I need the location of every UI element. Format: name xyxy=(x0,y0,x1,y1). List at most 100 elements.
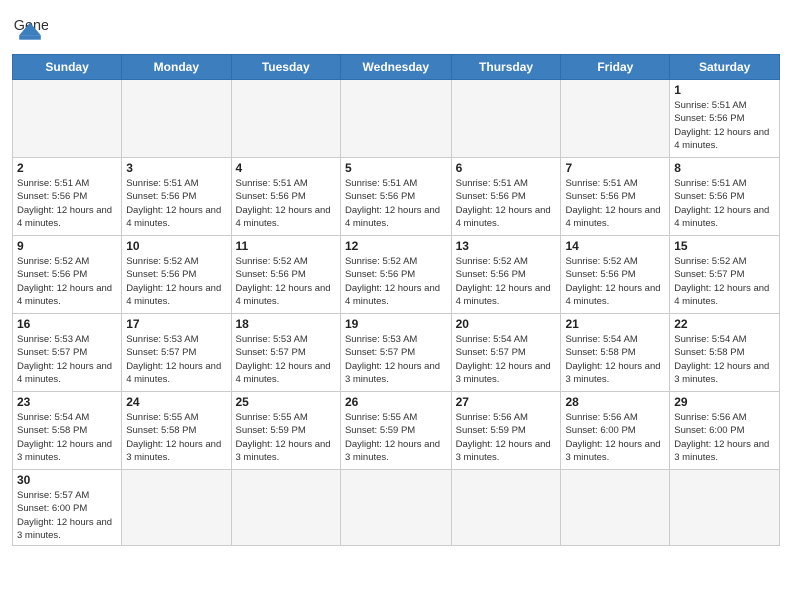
day-info: Sunrise: 5:52 AM Sunset: 5:56 PM Dayligh… xyxy=(126,255,226,308)
calendar-cell: 4Sunrise: 5:51 AM Sunset: 5:56 PM Daylig… xyxy=(231,158,340,236)
day-info: Sunrise: 5:54 AM Sunset: 5:58 PM Dayligh… xyxy=(565,333,665,386)
calendar-cell xyxy=(451,470,561,546)
day-number: 28 xyxy=(565,395,665,409)
day-header-saturday: Saturday xyxy=(670,55,780,80)
day-number: 24 xyxy=(126,395,226,409)
day-number: 2 xyxy=(17,161,117,175)
day-info: Sunrise: 5:55 AM Sunset: 5:59 PM Dayligh… xyxy=(236,411,336,464)
calendar-cell xyxy=(231,80,340,158)
calendar-cell: 18 Sunrise: 5:53 AM Sunset: 5:57 PM Dayli… xyxy=(231,314,340,392)
calendar-cell xyxy=(13,80,122,158)
calendar-cell: 19 Sunrise: 5:53 AM Sunset: 5:57 PM Dayli… xyxy=(340,314,451,392)
calendar-cell: 13 Sunrise: 5:52 AM Sunset: 5:56 PM Dayli… xyxy=(451,236,561,314)
day-info: Sunrise: 5:51 AM Sunset: 5:56 PM Dayligh… xyxy=(456,177,557,230)
calendar-cell: 24 Sunrise: 5:55 AM Sunset: 5:58 PM Dayli… xyxy=(122,392,231,470)
day-info: Sunrise: 5:52 AM Sunset: 5:57 PM Dayligh… xyxy=(674,255,775,308)
day-info: Sunrise: 5:52 AM Sunset: 5:56 PM Dayligh… xyxy=(236,255,336,308)
day-number: 20 xyxy=(456,317,557,331)
day-info: Sunrise: 5:52 AM Sunset: 5:56 PM Dayligh… xyxy=(565,255,665,308)
calendar-cell xyxy=(561,470,670,546)
day-number: 4 xyxy=(236,161,336,175)
day-number: 13 xyxy=(456,239,557,253)
day-number: 27 xyxy=(456,395,557,409)
logo-icon: General xyxy=(12,10,48,46)
calendar-week-2: 2 Sunrise: 5:51 AM Sunset: 5:56 PM Daylig… xyxy=(13,158,780,236)
day-number: 11 xyxy=(236,239,336,253)
day-header-monday: Monday xyxy=(122,55,231,80)
day-info: Sunrise: 5:57 AM Sunset: 6:00 PM Dayligh… xyxy=(17,489,117,542)
calendar-header-row: SundayMondayTuesdayWednesdayThursdayFrid… xyxy=(13,55,780,80)
calendar-week-1: 1 Sunrise: 5:51 AM Sunset: 5:56 PM Daylig… xyxy=(13,80,780,158)
calendar-cell: 12 Sunrise: 5:52 AM Sunset: 5:56 PM Dayli… xyxy=(340,236,451,314)
day-info: Sunrise: 5:53 AM Sunset: 5:57 PM Dayligh… xyxy=(126,333,226,386)
day-number: 23 xyxy=(17,395,117,409)
calendar-cell: 6Sunrise: 5:51 AM Sunset: 5:56 PM Daylig… xyxy=(451,158,561,236)
day-header-tuesday: Tuesday xyxy=(231,55,340,80)
calendar-cell: 28 Sunrise: 5:56 AM Sunset: 6:00 PM Dayli… xyxy=(561,392,670,470)
day-number: 14 xyxy=(565,239,665,253)
day-info: Sunrise: 5:53 AM Sunset: 5:57 PM Dayligh… xyxy=(17,333,117,386)
day-number: 5 xyxy=(345,161,447,175)
day-info: Sunrise: 5:54 AM Sunset: 5:57 PM Dayligh… xyxy=(456,333,557,386)
calendar-cell: 26 Sunrise: 5:55 AM Sunset: 5:59 PM Dayli… xyxy=(340,392,451,470)
day-info: Sunrise: 5:56 AM Sunset: 6:00 PM Dayligh… xyxy=(565,411,665,464)
calendar-cell: 17Sunrise: 5:53 AM Sunset: 5:57 PM Dayli… xyxy=(122,314,231,392)
day-number: 22 xyxy=(674,317,775,331)
day-info: Sunrise: 5:51 AM Sunset: 5:56 PM Dayligh… xyxy=(126,177,226,230)
calendar-cell: 10Sunrise: 5:52 AM Sunset: 5:56 PM Dayli… xyxy=(122,236,231,314)
day-number: 30 xyxy=(17,473,117,487)
day-number: 18 xyxy=(236,317,336,331)
day-number: 9 xyxy=(17,239,117,253)
day-info: Sunrise: 5:56 AM Sunset: 5:59 PM Dayligh… xyxy=(456,411,557,464)
day-number: 19 xyxy=(345,317,447,331)
day-number: 1 xyxy=(674,83,775,97)
day-info: Sunrise: 5:51 AM Sunset: 5:56 PM Dayligh… xyxy=(674,99,775,152)
calendar-cell: 16 Sunrise: 5:53 AM Sunset: 5:57 PM Dayli… xyxy=(13,314,122,392)
day-info: Sunrise: 5:53 AM Sunset: 5:57 PM Dayligh… xyxy=(236,333,336,386)
calendar-cell: 27 Sunrise: 5:56 AM Sunset: 5:59 PM Dayli… xyxy=(451,392,561,470)
calendar-cell: 1 Sunrise: 5:51 AM Sunset: 5:56 PM Daylig… xyxy=(670,80,780,158)
calendar-cell xyxy=(122,470,231,546)
day-number: 25 xyxy=(236,395,336,409)
day-number: 21 xyxy=(565,317,665,331)
day-info: Sunrise: 5:56 AM Sunset: 6:00 PM Dayligh… xyxy=(674,411,775,464)
calendar: SundayMondayTuesdayWednesdayThursdayFrid… xyxy=(12,54,780,546)
calendar-cell: 3Sunrise: 5:51 AM Sunset: 5:56 PM Daylig… xyxy=(122,158,231,236)
calendar-cell: 2 Sunrise: 5:51 AM Sunset: 5:56 PM Daylig… xyxy=(13,158,122,236)
day-info: Sunrise: 5:52 AM Sunset: 5:56 PM Dayligh… xyxy=(456,255,557,308)
calendar-cell: 9 Sunrise: 5:52 AM Sunset: 5:56 PM Daylig… xyxy=(13,236,122,314)
day-number: 16 xyxy=(17,317,117,331)
logo: General xyxy=(12,10,52,46)
calendar-cell: 14 Sunrise: 5:52 AM Sunset: 5:56 PM Dayli… xyxy=(561,236,670,314)
calendar-cell: 23Sunrise: 5:54 AM Sunset: 5:58 PM Dayli… xyxy=(13,392,122,470)
calendar-cell xyxy=(340,80,451,158)
calendar-cell xyxy=(670,470,780,546)
day-info: Sunrise: 5:51 AM Sunset: 5:56 PM Dayligh… xyxy=(17,177,117,230)
calendar-cell: 29Sunrise: 5:56 AM Sunset: 6:00 PM Dayli… xyxy=(670,392,780,470)
day-header-wednesday: Wednesday xyxy=(340,55,451,80)
day-number: 8 xyxy=(674,161,775,175)
day-info: Sunrise: 5:55 AM Sunset: 5:58 PM Dayligh… xyxy=(126,411,226,464)
calendar-week-3: 9 Sunrise: 5:52 AM Sunset: 5:56 PM Daylig… xyxy=(13,236,780,314)
day-info: Sunrise: 5:53 AM Sunset: 5:57 PM Dayligh… xyxy=(345,333,447,386)
calendar-cell xyxy=(122,80,231,158)
calendar-cell: 15 Sunrise: 5:52 AM Sunset: 5:57 PM Dayli… xyxy=(670,236,780,314)
day-info: Sunrise: 5:52 AM Sunset: 5:56 PM Dayligh… xyxy=(17,255,117,308)
calendar-week-4: 16 Sunrise: 5:53 AM Sunset: 5:57 PM Dayli… xyxy=(13,314,780,392)
day-info: Sunrise: 5:52 AM Sunset: 5:56 PM Dayligh… xyxy=(345,255,447,308)
day-info: Sunrise: 5:55 AM Sunset: 5:59 PM Dayligh… xyxy=(345,411,447,464)
calendar-cell: 22Sunrise: 5:54 AM Sunset: 5:58 PM Dayli… xyxy=(670,314,780,392)
calendar-cell: 7Sunrise: 5:51 AM Sunset: 5:56 PM Daylig… xyxy=(561,158,670,236)
day-number: 26 xyxy=(345,395,447,409)
day-info: Sunrise: 5:51 AM Sunset: 5:56 PM Dayligh… xyxy=(565,177,665,230)
calendar-cell xyxy=(231,470,340,546)
calendar-cell: 20 Sunrise: 5:54 AM Sunset: 5:57 PM Dayli… xyxy=(451,314,561,392)
calendar-cell xyxy=(340,470,451,546)
day-number: 12 xyxy=(345,239,447,253)
day-header-friday: Friday xyxy=(561,55,670,80)
calendar-cell: 8Sunrise: 5:51 AM Sunset: 5:56 PM Daylig… xyxy=(670,158,780,236)
calendar-cell: 5Sunrise: 5:51 AM Sunset: 5:56 PM Daylig… xyxy=(340,158,451,236)
calendar-cell: 11 Sunrise: 5:52 AM Sunset: 5:56 PM Dayli… xyxy=(231,236,340,314)
day-number: 15 xyxy=(674,239,775,253)
calendar-cell: 30 Sunrise: 5:57 AM Sunset: 6:00 PM Dayli… xyxy=(13,470,122,546)
